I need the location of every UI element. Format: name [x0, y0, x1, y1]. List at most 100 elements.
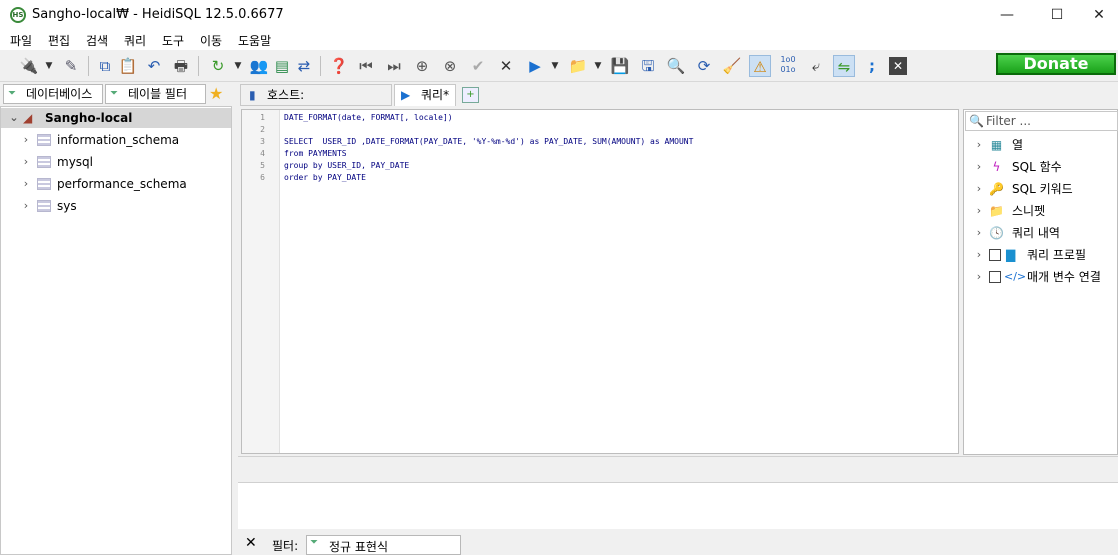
- save-icon[interactable]: 💾: [609, 55, 631, 77]
- cancel-record-icon[interactable]: ✕: [495, 55, 517, 77]
- chevron-down-icon[interactable]: ⌄: [9, 108, 19, 128]
- help-icon[interactable]: ❓: [328, 55, 350, 77]
- execute-query-icon[interactable]: ▶: [524, 55, 546, 77]
- close-filter-icon[interactable]: ✕: [245, 535, 257, 551]
- helper-item-columns[interactable]: › ▦ 열: [964, 134, 1117, 156]
- helper-item-query-history[interactable]: › 🕓 쿼리 내역: [964, 222, 1117, 244]
- tree-node-database[interactable]: › information_schema: [1, 130, 231, 150]
- helper-item-label: 스니펫: [1012, 204, 1046, 218]
- last-record-icon[interactable]: ⏭: [383, 55, 405, 77]
- delete-record-icon[interactable]: ⊗: [439, 55, 461, 77]
- close-button[interactable]: ✕: [1076, 0, 1118, 30]
- add-record-icon[interactable]: ⊕: [411, 55, 433, 77]
- menu-query[interactable]: 쿼리: [124, 32, 146, 49]
- execute-dropdown-icon[interactable]: ▼: [550, 55, 560, 77]
- favorite-star-icon[interactable]: ★: [209, 84, 223, 103]
- print-icon[interactable]: 🖶: [170, 55, 192, 77]
- menu-search[interactable]: 검색: [86, 32, 108, 49]
- query-profile-checkbox[interactable]: [989, 249, 1001, 261]
- minimize-button[interactable]: —: [984, 0, 1030, 30]
- helper-filter-input[interactable]: 🔍 Filter ...: [965, 111, 1118, 131]
- open-file-dropdown-icon[interactable]: ▼: [593, 55, 603, 77]
- sync-icon[interactable]: ⇋: [833, 55, 855, 77]
- sql-editor[interactable]: 1 2 3 4 5 6 DATE_FORMAT(date, FORMAT[, l…: [241, 109, 959, 454]
- regex-filter-input[interactable]: ⏷ 정규 표현식: [306, 535, 461, 555]
- play-icon: ▶: [401, 88, 411, 102]
- left-panel-tabs: ⏷ 데이터베이스 ⏷ 테이블 필터 ★: [0, 82, 232, 106]
- bind-params-checkbox[interactable]: [989, 271, 1001, 283]
- menu-bar: 파일 편집 검색 쿼리 도구 이동 도움말: [0, 30, 1118, 50]
- user-manager-icon[interactable]: 👥: [248, 55, 270, 77]
- menu-help[interactable]: 도움말: [238, 32, 271, 49]
- filter-icon: ⏷: [8, 88, 16, 99]
- helper-item-snippets[interactable]: › 📁 스니펫: [964, 200, 1117, 222]
- tab-table-filter[interactable]: ⏷ 테이블 필터: [105, 84, 206, 104]
- connect-dropdown-icon[interactable]: ▼: [44, 55, 54, 77]
- menu-file[interactable]: 파일: [10, 32, 32, 49]
- helper-item-bind-params[interactable]: › </> 매개 변수 연결: [964, 266, 1117, 288]
- import-icon[interactable]: ▤: [271, 55, 293, 77]
- chevron-right-icon[interactable]: ›: [974, 266, 984, 288]
- tab-table-filter-label: 테이블 필터: [128, 87, 188, 101]
- chevron-right-icon[interactable]: ›: [21, 196, 31, 216]
- helper-item-label: 쿼리 내역: [1012, 226, 1060, 240]
- code-line: SELECT USER_ID ,DATE_FORMAT(PAY_DATE, '%…: [284, 137, 694, 146]
- save-as-icon[interactable]: 🖫: [637, 55, 659, 77]
- find-icon[interactable]: 🔍: [665, 55, 687, 77]
- menu-tools[interactable]: 도구: [162, 32, 184, 49]
- helper-item-sql-keywords[interactable]: › 🔑 SQL 키워드: [964, 178, 1117, 200]
- chevron-right-icon[interactable]: ›: [21, 152, 31, 172]
- first-record-icon[interactable]: ⏮: [355, 55, 377, 77]
- chevron-right-icon[interactable]: ›: [974, 222, 984, 244]
- copy-icon[interactable]: ⧉: [94, 55, 116, 77]
- chevron-right-icon[interactable]: ›: [974, 200, 984, 222]
- refresh-dropdown-icon[interactable]: ▼: [233, 55, 243, 77]
- transfer-icon[interactable]: ⇄: [293, 55, 315, 77]
- helper-item-query-profile[interactable]: › ▇ 쿼리 프로필: [964, 244, 1117, 266]
- binary-icon[interactable]: 1o0 01o: [777, 55, 799, 77]
- replace-icon[interactable]: ⟳: [693, 55, 715, 77]
- paste-icon[interactable]: 📋: [117, 55, 139, 77]
- toolbar-separator: [88, 56, 89, 76]
- main-toolbar: 🔌 ▼ ✎ ⧉ 📋 ↶ 🖶 ↻ ▼ 👥 ▤ ⇄ ❓ ⏮ ⏭ ⊕ ⊗ ✔ ✕ ▶ …: [0, 50, 1118, 82]
- open-file-icon[interactable]: 📁: [567, 55, 589, 77]
- semicolon-icon[interactable]: ;: [861, 55, 883, 77]
- refresh-icon[interactable]: ↻: [207, 55, 229, 77]
- tab-host[interactable]: ▮ 호스트: 1.251.219.112: [240, 84, 392, 122]
- donate-button[interactable]: Donate: [996, 53, 1116, 75]
- host-icon: ▮: [249, 88, 256, 102]
- close-tab-icon[interactable]: ✕: [889, 57, 907, 75]
- new-query-tab-icon[interactable]: +: [462, 87, 479, 103]
- helper-item-label: 쿼리 프로필: [1027, 248, 1087, 262]
- post-record-icon[interactable]: ✔: [467, 55, 489, 77]
- tree-node-database[interactable]: › mysql: [1, 152, 231, 172]
- database-tree: ⌄ ◢ Sangho-local › information_schema › …: [0, 106, 232, 555]
- tree-node-session[interactable]: ⌄ ◢ Sangho-local: [1, 108, 231, 128]
- chevron-right-icon[interactable]: ›: [974, 134, 984, 156]
- chevron-right-icon[interactable]: ›: [21, 130, 31, 150]
- connect-icon[interactable]: 🔌: [18, 55, 40, 77]
- chevron-right-icon[interactable]: ›: [974, 244, 984, 266]
- query-status-bar: [238, 456, 1118, 482]
- warnings-icon[interactable]: ⚠: [749, 55, 771, 77]
- tree-node-database[interactable]: › sys: [1, 196, 231, 216]
- code-icon: </>: [1004, 270, 1027, 283]
- maximize-button[interactable]: ☐: [1034, 0, 1080, 30]
- menu-edit[interactable]: 편집: [48, 32, 70, 49]
- tree-node-database[interactable]: › performance_schema: [1, 174, 231, 194]
- menu-go[interactable]: 이동: [200, 32, 222, 49]
- chevron-right-icon[interactable]: ›: [974, 156, 984, 178]
- chevron-right-icon[interactable]: ›: [21, 174, 31, 194]
- wrap-icon[interactable]: ⤶: [805, 55, 827, 77]
- helper-item-label: 매개 변수 연결: [1027, 270, 1101, 284]
- disconnect-icon[interactable]: ✎: [60, 55, 82, 77]
- chevron-right-icon[interactable]: ›: [974, 178, 984, 200]
- heidisql-app-icon: HS: [10, 7, 26, 23]
- line-number: 3: [260, 137, 265, 146]
- tab-databases[interactable]: ⏷ 데이터베이스: [3, 84, 103, 104]
- undo-icon[interactable]: ↶: [143, 55, 165, 77]
- tab-query[interactable]: ▶ 쿼리*: [394, 84, 456, 106]
- clear-icon[interactable]: 🧹: [721, 55, 743, 77]
- helper-item-sql-functions[interactable]: › ϟ SQL 함수: [964, 156, 1117, 178]
- clock-icon: 🕓: [989, 226, 1004, 240]
